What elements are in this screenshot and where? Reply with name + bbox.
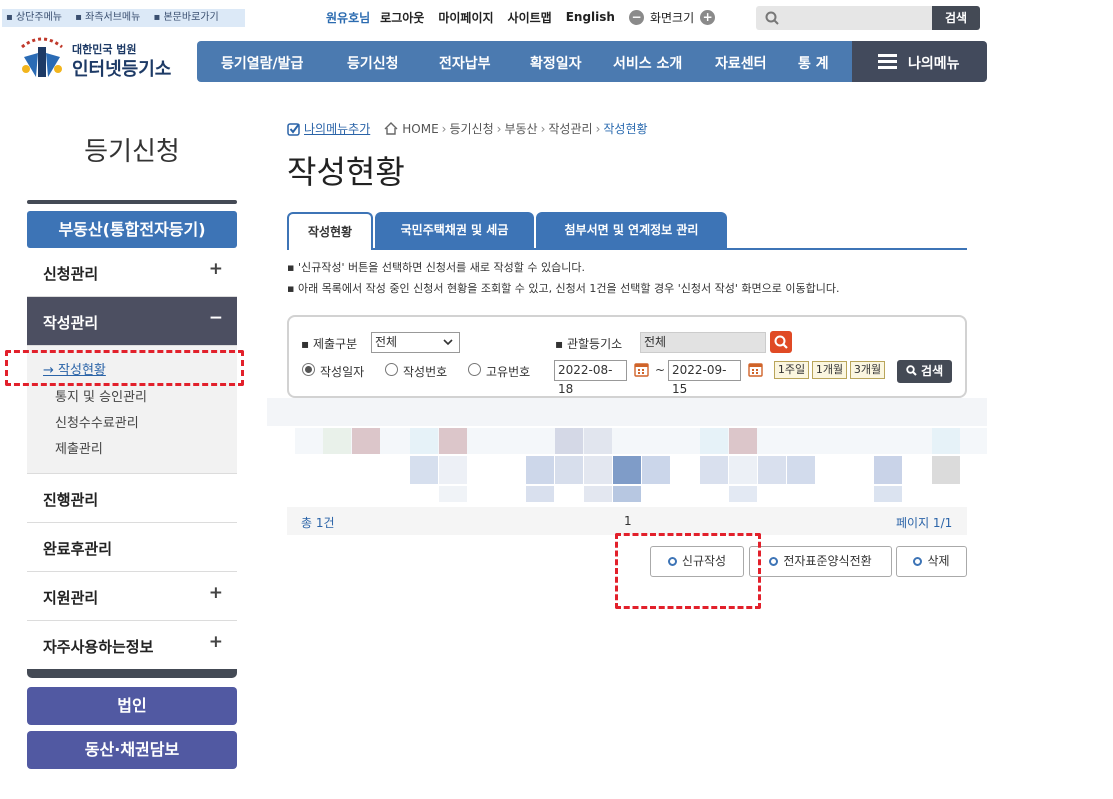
radio-unique-number-label: 고유번호: [486, 365, 531, 379]
gnb-statistics[interactable]: 통 계: [798, 53, 829, 73]
utility-bar: 원유호님 로그아웃 마이페이지 사이트맵 English − 화면크기 +: [326, 8, 716, 26]
quick-3-month-button[interactable]: 3개월: [850, 361, 885, 379]
quick-1-month-button[interactable]: 1개월: [812, 361, 847, 379]
sidebar-movable-bond-button[interactable]: 동산·채권담보: [27, 731, 237, 769]
quick-1-week-button[interactable]: 1주일: [774, 361, 809, 379]
page-number[interactable]: 1: [624, 514, 632, 528]
date-from-input[interactable]: 2022-08-18: [554, 360, 627, 396]
sidebar-item-frequent-info[interactable]: 자주사용하는정보 +: [27, 621, 237, 670]
court-emblem-logo[interactable]: [14, 33, 70, 83]
sidebar-corporation-button[interactable]: 법인: [27, 687, 237, 725]
main-navigation: 등기열람/발급 등기신청 전자납부 확정일자 서비스 소개 자료센터 통 계: [197, 41, 852, 82]
registry-office-search-button[interactable]: [770, 331, 792, 353]
sidebar-sub-submission[interactable]: 제출관리: [55, 438, 103, 457]
breadcrumb-current: 작성현황: [603, 122, 648, 136]
gnb-registry-view[interactable]: 등기열람/발급: [221, 53, 303, 73]
registry-office-input[interactable]: 전체: [640, 332, 766, 353]
radio-draft-number[interactable]: [385, 363, 398, 376]
sidebar-bottom-bar: [27, 669, 237, 678]
breadcrumb-real-estate[interactable]: 부동산: [504, 120, 537, 137]
expand-icon: +: [208, 259, 223, 279]
notice-line-2: ▪ 아래 목록에서 작성 중인 신청서 현황을 조회할 수 있고, 신청서 1건…: [287, 282, 840, 295]
breadcrumb-registry-apply[interactable]: 등기신청: [449, 120, 493, 137]
bullet-icon: [913, 557, 923, 566]
date-separator: ~: [655, 363, 666, 377]
gnb-service-intro[interactable]: 서비스 소개: [613, 53, 682, 73]
bullet-icon: [769, 557, 779, 566]
highlight-box-new-draft: [615, 533, 761, 609]
checkbox-add-icon: [287, 122, 300, 136]
skip-link-content[interactable]: ▪ 본문바로가기: [154, 12, 224, 23]
logo-title[interactable]: 인터넷등기소: [72, 55, 171, 81]
sidebar-item-support[interactable]: 지원관리 +: [27, 572, 237, 621]
skip-link-side-menu[interactable]: ▪ 좌측서브메뉴: [75, 12, 145, 23]
calendar-icon[interactable]: [748, 362, 763, 377]
zoom-out-icon[interactable]: −: [628, 9, 644, 25]
search-filter-panel: [287, 315, 967, 398]
radio-draft-number-label: 작성번호: [403, 365, 448, 379]
logout-link[interactable]: 로그아웃: [380, 9, 424, 26]
breadcrumb: 나의메뉴추가 HOME › 등기신청 › 부동산 › 작성관리 › 작성현황: [287, 120, 648, 137]
tab-draft-status[interactable]: 작성현황: [287, 212, 373, 250]
radio-draft-date-label: 작성일자: [320, 365, 365, 379]
notice-line-1: ▪ '신규작성' 버튼을 선택하면 신청서를 새로 작성할 수 있습니다.: [287, 261, 585, 274]
skip-link-top-menu[interactable]: ▪ 상단주메뉴: [6, 12, 67, 23]
delete-button[interactable]: 삭제: [896, 546, 967, 577]
my-menu-label: 나의메뉴: [908, 56, 960, 72]
gnb-e-payment[interactable]: 전자납부: [439, 53, 491, 73]
highlight-box-sidebar: [5, 350, 244, 386]
page-info: 페이지 1/1: [896, 516, 953, 530]
site-search-input[interactable]: [756, 6, 932, 30]
tab-housing-bond-tax[interactable]: 국민주택채권 및 세금: [375, 212, 534, 249]
gnb-confirmed-date[interactable]: 확정일자: [530, 53, 582, 73]
registry-office-label: ▪ 관할등기소: [555, 337, 623, 351]
chevron-down-icon: [443, 339, 453, 346]
sidebar-top-bar: [27, 200, 237, 204]
english-link[interactable]: English: [566, 10, 615, 24]
date-to-input[interactable]: 2022-09-15: [668, 360, 741, 396]
result-table-blurred: [267, 398, 987, 506]
breadcrumb-draft-management[interactable]: 작성관리: [548, 120, 592, 137]
home-icon: [384, 122, 398, 135]
add-my-menu-link[interactable]: 나의메뉴추가: [304, 120, 370, 137]
gnb-registry-apply[interactable]: 등기신청: [347, 53, 399, 73]
skip-links: ▪ 상단주메뉴 ▪ 좌측서브메뉴 ▪ 본문바로가기: [2, 9, 245, 27]
submit-type-label: ▪ 제출구분: [301, 337, 358, 351]
hamburger-icon: [878, 54, 897, 69]
user-name: 원유호님: [326, 10, 371, 25]
search-icon: [774, 335, 788, 349]
sidebar-category-real-estate[interactable]: 부동산(통합전자등기): [27, 211, 237, 248]
convert-standard-form-button[interactable]: 전자표준양식전환: [749, 546, 892, 577]
sidebar-item-progress[interactable]: 진행관리: [27, 474, 237, 523]
expand-icon: +: [208, 632, 223, 652]
zoom-label: 화면크기: [649, 10, 695, 25]
gnb-data-center[interactable]: 자료센터: [715, 53, 767, 73]
sidebar-item-application[interactable]: 신청관리 +: [27, 248, 237, 297]
search-button[interactable]: 검색: [897, 360, 952, 383]
site-search-button[interactable]: 검색: [932, 6, 980, 30]
radio-draft-date[interactable]: [302, 363, 315, 376]
tab-attachments-linked-info[interactable]: 첨부서면 및 연계정보 관리: [536, 212, 727, 249]
sidebar-sub-fee-management[interactable]: 신청수수료관리: [55, 412, 139, 431]
my-menu-button[interactable]: 나의메뉴: [852, 41, 987, 82]
total-count: 총 1건: [301, 516, 335, 530]
sidebar-sub-notice-approval[interactable]: 통지 및 승인관리: [55, 386, 147, 405]
search-icon: [765, 11, 779, 25]
sidebar-item-post-completion[interactable]: 완료후관리: [27, 523, 237, 572]
calendar-icon[interactable]: [634, 362, 649, 377]
radio-unique-number[interactable]: [468, 363, 481, 376]
search-icon: [906, 365, 917, 376]
sidebar-item-draft-management[interactable]: 작성관리 −: [27, 297, 237, 346]
collapse-icon: −: [208, 308, 223, 328]
mypage-link[interactable]: 마이페이지: [438, 9, 493, 26]
sidebar-title: 등기신청: [84, 137, 180, 167]
page-title: 작성현황: [287, 153, 405, 191]
zoom-in-icon[interactable]: +: [700, 9, 716, 25]
expand-icon: +: [208, 583, 223, 603]
breadcrumb-home[interactable]: HOME: [402, 122, 438, 136]
sitemap-link[interactable]: 사이트맵: [508, 9, 552, 26]
